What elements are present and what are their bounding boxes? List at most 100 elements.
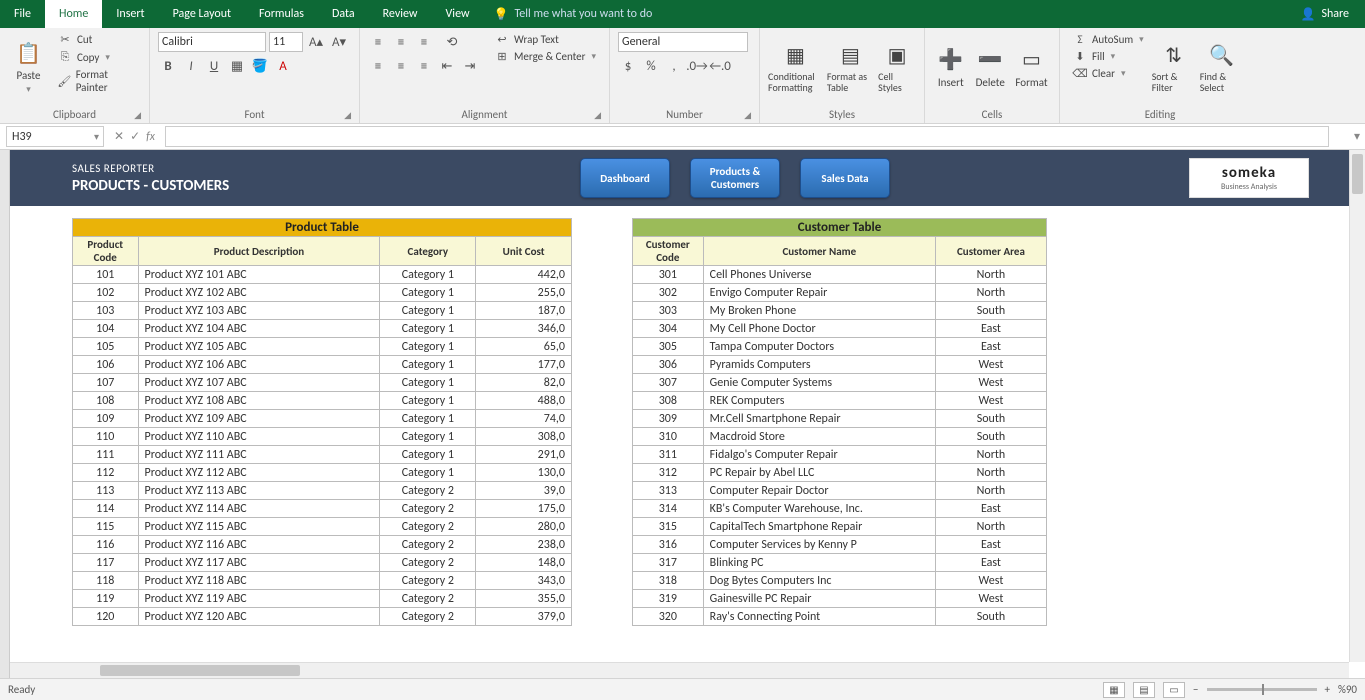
cell[interactable]: Category 2: [380, 482, 476, 500]
cell[interactable]: PC Repair by Abel LLC: [703, 464, 935, 482]
table-row[interactable]: 118Product XYZ 118 ABCCategory 2343,0: [73, 572, 572, 590]
table-row[interactable]: 119Product XYZ 119 ABCCategory 2355,0: [73, 590, 572, 608]
cell[interactable]: Blinking PC: [703, 554, 935, 572]
cell[interactable]: Mr.Cell Smartphone Repair: [703, 410, 935, 428]
cell[interactable]: North: [935, 464, 1046, 482]
cell[interactable]: Product XYZ 103 ABC: [138, 302, 380, 320]
autosum-button[interactable]: ΣAutoSum▾: [1068, 32, 1148, 47]
cell[interactable]: KB's Computer Warehouse, Inc.: [703, 500, 935, 518]
cell[interactable]: Category 1: [380, 320, 476, 338]
zoom-slider[interactable]: [1207, 688, 1317, 691]
table-row[interactable]: 310Macdroid StoreSouth: [633, 428, 1047, 446]
cell[interactable]: 105: [73, 338, 139, 356]
increase-indent-icon[interactable]: ⇥: [460, 56, 480, 76]
cell[interactable]: 306: [633, 356, 704, 374]
cell[interactable]: 119: [73, 590, 139, 608]
table-row[interactable]: 111Product XYZ 111 ABCCategory 1291,0: [73, 446, 572, 464]
border-button[interactable]: ▦: [227, 56, 247, 76]
cell[interactable]: Tampa Computer Doctors: [703, 338, 935, 356]
cell[interactable]: 238,0: [476, 536, 572, 554]
cell[interactable]: My Cell Phone Doctor: [703, 320, 935, 338]
table-row[interactable]: 313Computer Repair DoctorNorth: [633, 482, 1047, 500]
cell[interactable]: Product XYZ 108 ABC: [138, 392, 380, 410]
cell[interactable]: Category 1: [380, 356, 476, 374]
cell[interactable]: 302: [633, 284, 704, 302]
cell[interactable]: 308: [633, 392, 704, 410]
table-row[interactable]: 315CapitalTech Smartphone RepairNorth: [633, 518, 1047, 536]
font-color-button[interactable]: A: [273, 56, 293, 76]
tab-review[interactable]: Review: [369, 0, 432, 28]
cell[interactable]: East: [935, 338, 1046, 356]
cell[interactable]: REK Computers: [703, 392, 935, 410]
table-row[interactable]: 117Product XYZ 117 ABCCategory 2148,0: [73, 554, 572, 572]
cell[interactable]: 65,0: [476, 338, 572, 356]
table-row[interactable]: 306Pyramids ComputersWest: [633, 356, 1047, 374]
align-left-icon[interactable]: ≡: [368, 56, 388, 76]
cell[interactable]: 311: [633, 446, 704, 464]
horizontal-scrollbar[interactable]: [10, 662, 1349, 678]
format-as-table-button[interactable]: ▤Format as Table: [827, 32, 874, 102]
cell[interactable]: 39,0: [476, 482, 572, 500]
table-row[interactable]: 311Fidalgo's Computer RepairNorth: [633, 446, 1047, 464]
cell[interactable]: My Broken Phone: [703, 302, 935, 320]
cell[interactable]: 74,0: [476, 410, 572, 428]
table-row[interactable]: 304My Cell Phone DoctorEast: [633, 320, 1047, 338]
table-row[interactable]: 320Ray's Connecting PointSouth: [633, 608, 1047, 626]
underline-button[interactable]: U: [204, 56, 224, 76]
cell[interactable]: 187,0: [476, 302, 572, 320]
cell[interactable]: Category 1: [380, 266, 476, 284]
cell[interactable]: 106: [73, 356, 139, 374]
scrollbar-thumb[interactable]: [1352, 154, 1363, 194]
zoom-out-icon[interactable]: −: [1193, 683, 1198, 696]
table-row[interactable]: 103Product XYZ 103 ABCCategory 1187,0: [73, 302, 572, 320]
paste-button[interactable]: 📋 Paste ▾: [8, 32, 49, 102]
orientation-icon[interactable]: ⟲: [437, 32, 467, 52]
cell[interactable]: North: [935, 518, 1046, 536]
table-row[interactable]: 105Product XYZ 105 ABCCategory 165,0: [73, 338, 572, 356]
table-row[interactable]: 110Product XYZ 110 ABCCategory 1308,0: [73, 428, 572, 446]
cell[interactable]: Category 2: [380, 590, 476, 608]
tab-formulas[interactable]: Formulas: [245, 0, 318, 28]
cell[interactable]: Category 1: [380, 338, 476, 356]
table-row[interactable]: 314KB's Computer Warehouse, Inc.East: [633, 500, 1047, 518]
expand-formula-bar-icon[interactable]: ▾: [1349, 124, 1365, 149]
cell[interactable]: East: [935, 320, 1046, 338]
table-row[interactable]: 113Product XYZ 113 ABCCategory 239,0: [73, 482, 572, 500]
table-row[interactable]: 318Dog Bytes Computers IncWest: [633, 572, 1047, 590]
cell[interactable]: Product XYZ 105 ABC: [138, 338, 380, 356]
table-row[interactable]: 114Product XYZ 114 ABCCategory 2175,0: [73, 500, 572, 518]
cell[interactable]: 291,0: [476, 446, 572, 464]
table-row[interactable]: 307Genie Computer SystemsWest: [633, 374, 1047, 392]
cell[interactable]: Envigo Computer Repair: [703, 284, 935, 302]
comma-icon[interactable]: ,: [664, 56, 684, 76]
table-row[interactable]: 101Product XYZ 101 ABCCategory 1442,0: [73, 266, 572, 284]
cell[interactable]: 113: [73, 482, 139, 500]
cell[interactable]: East: [935, 536, 1046, 554]
tab-home[interactable]: Home: [45, 0, 102, 28]
align-bottom-icon[interactable]: ≡: [414, 32, 434, 52]
page-break-view-icon[interactable]: ▭: [1163, 682, 1185, 698]
nav-sales-data-button[interactable]: Sales Data: [800, 158, 890, 198]
table-row[interactable]: 104Product XYZ 104 ABCCategory 1346,0: [73, 320, 572, 338]
align-center-icon[interactable]: ≡: [391, 56, 411, 76]
dialog-launcher-icon[interactable]: ◢: [134, 110, 141, 121]
table-row[interactable]: 112Product XYZ 112 ABCCategory 1130,0: [73, 464, 572, 482]
cell[interactable]: Category 1: [380, 302, 476, 320]
cell[interactable]: 301: [633, 266, 704, 284]
cell[interactable]: 313: [633, 482, 704, 500]
cell[interactable]: Product XYZ 117 ABC: [138, 554, 380, 572]
cell[interactable]: 316: [633, 536, 704, 554]
cell[interactable]: Product XYZ 106 ABC: [138, 356, 380, 374]
zoom-value[interactable]: %90: [1338, 683, 1357, 696]
nav-dashboard-button[interactable]: Dashboard: [580, 158, 670, 198]
font-size-combo[interactable]: 11: [269, 32, 303, 52]
cell[interactable]: 488,0: [476, 392, 572, 410]
table-row[interactable]: 317Blinking PCEast: [633, 554, 1047, 572]
cell[interactable]: Fidalgo's Computer Repair: [703, 446, 935, 464]
cell[interactable]: 304: [633, 320, 704, 338]
insert-cells-button[interactable]: ➕Insert: [933, 32, 968, 102]
cell[interactable]: East: [935, 500, 1046, 518]
customer-table[interactable]: Customer Table Customer Code Customer Na…: [632, 218, 1047, 626]
clear-button[interactable]: ⌫Clear▾: [1068, 66, 1148, 81]
align-right-icon[interactable]: ≡: [414, 56, 434, 76]
